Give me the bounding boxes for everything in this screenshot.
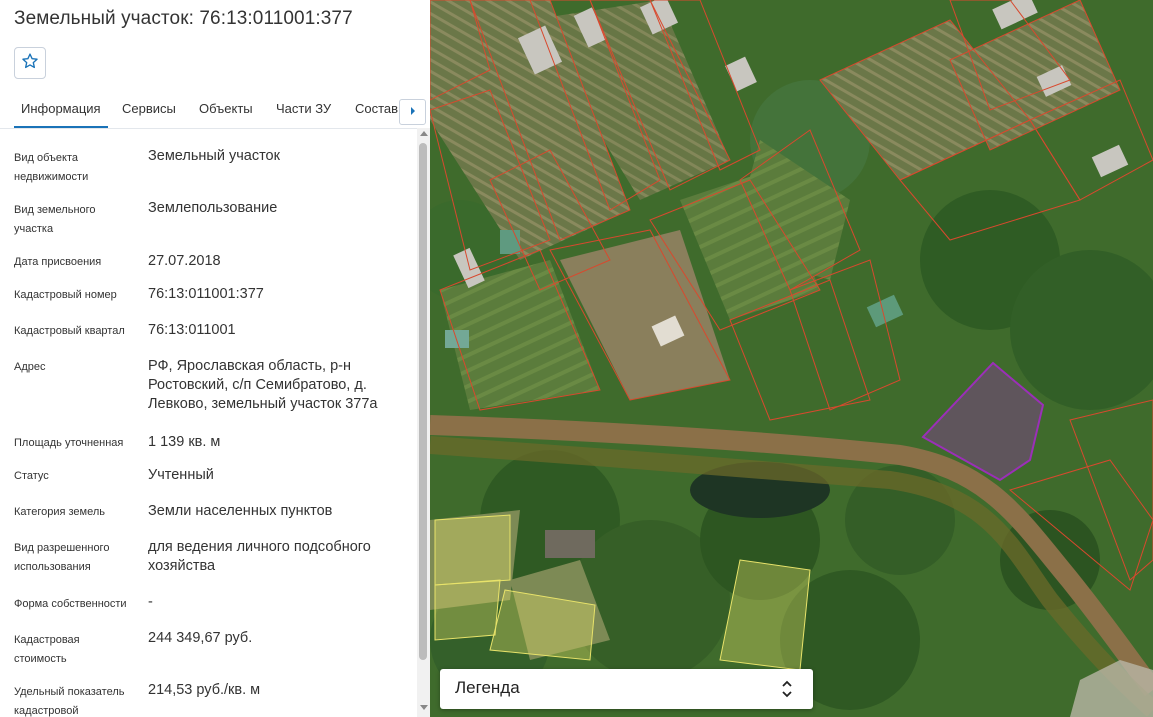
tab-services[interactable]: Сервисы: [122, 92, 176, 126]
satellite-map[interactable]: [430, 0, 1153, 717]
info-label: Кадастровый квартал: [14, 325, 125, 337]
info-label: Вид земельного участка: [14, 204, 96, 235]
info-label: Категория земель: [14, 506, 105, 518]
info-label: Статус: [14, 470, 49, 482]
tab-composition[interactable]: Состав: [355, 92, 398, 126]
info-row-assign-date: Дата присвоения 27.07.2018: [0, 253, 416, 273]
info-row-permitted-use: Вид разрешенного использования для веден…: [0, 539, 416, 579]
info-value: -: [148, 594, 153, 610]
info-value: для ведения личного подсобного хозяйства: [148, 539, 371, 574]
scroll-down-icon[interactable]: [420, 705, 428, 710]
tab-objects[interactable]: Объекты: [199, 92, 253, 126]
info-row-cadastral-value: Кадастровая стоимость 244 349,67 руб.: [0, 630, 416, 671]
info-row-ownership: Форма собственности -: [0, 594, 416, 615]
updown-chevron-icon[interactable]: [777, 678, 797, 700]
info-value: РФ, Ярославская область, р-н Ростовский,…: [148, 358, 378, 412]
info-value: Земельный участок: [148, 148, 280, 164]
info-value: 244 349,67 руб.: [148, 630, 253, 646]
info-label: Дата присвоения: [14, 256, 102, 268]
page-title: Земельный участок: 76:13:011001:377: [14, 8, 353, 29]
info-row-address: Адрес РФ, Ярославская область, р-н Росто…: [0, 358, 416, 418]
info-value: Землепользование: [148, 200, 278, 216]
info-label: Форма собственности: [14, 598, 127, 610]
info-label: Площадь уточненная: [14, 437, 124, 449]
info-row-cadastral-quarter: Кадастровый квартал 76:13:011001: [0, 322, 416, 342]
tab-parts[interactable]: Части ЗУ: [276, 92, 331, 126]
chevron-right-icon: [409, 103, 417, 121]
info-value: 27.07.2018: [148, 253, 221, 269]
info-row-specific-value: Удельный показатель кадастровой 214,53 р…: [0, 682, 416, 717]
tabs-next-button[interactable]: [399, 99, 426, 125]
scrollbar-thumb[interactable]: [419, 143, 427, 660]
info-row-land-type: Вид земельного участка Землепользование: [0, 200, 416, 241]
map-canvas: [430, 0, 1153, 717]
info-value: Учтенный: [148, 467, 214, 483]
scroll-up-icon[interactable]: [420, 131, 428, 136]
info-row-status: Статус Учтенный: [0, 467, 416, 487]
info-row-land-category: Категория земель Земли населенных пункто…: [0, 503, 416, 523]
favorite-button[interactable]: [14, 47, 46, 79]
star-icon: [21, 52, 39, 75]
info-list: Вид объекта недвижимости Земельный участ…: [0, 128, 416, 717]
info-label: Кадастровая стоимость: [14, 634, 80, 665]
info-row-cadastral-number: Кадастровый номер 76:13:011001:377: [0, 286, 416, 306]
info-panel: Земельный участок: 76:13:011001:377 Инфо…: [0, 0, 430, 717]
legend-label: Легенда: [455, 678, 520, 697]
info-label: Вид разрешенного использования: [14, 542, 110, 573]
legend-dropdown[interactable]: Легенда: [440, 669, 813, 709]
info-value: 76:13:011001: [148, 322, 236, 338]
info-value: 76:13:011001:377: [148, 286, 264, 302]
info-label: Кадастровый номер: [14, 289, 117, 301]
tab-information[interactable]: Информация: [14, 92, 108, 128]
info-value: 214,53 руб./кв. м: [148, 682, 261, 698]
info-label: Адрес: [14, 361, 46, 373]
info-row-area: Площадь уточненная 1 139 кв. м: [0, 434, 416, 454]
tab-bar: Информация Сервисы Объекты Части ЗУ Сост…: [0, 92, 430, 129]
info-label: Вид объекта недвижимости: [14, 152, 89, 183]
info-value: Земли населенных пунктов: [148, 503, 333, 519]
info-row-object-type: Вид объекта недвижимости Земельный участ…: [0, 148, 416, 189]
info-label: Удельный показатель кадастровой: [14, 686, 125, 717]
info-value: 1 139 кв. м: [148, 434, 221, 450]
